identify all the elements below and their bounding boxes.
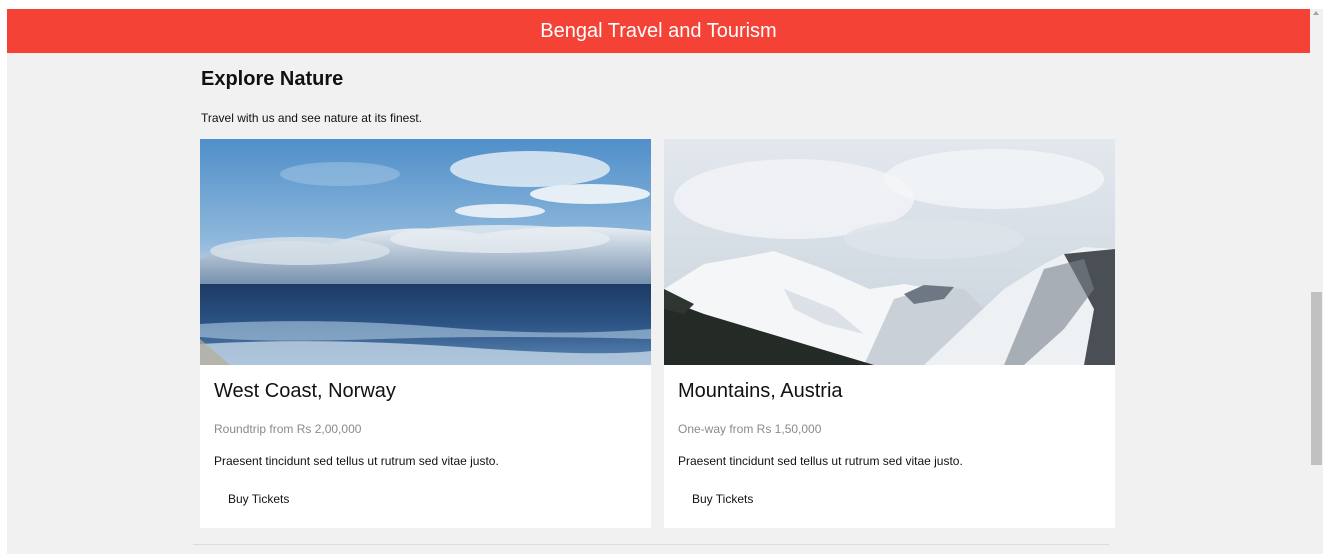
site-title: Bengal Travel and Tourism [540, 19, 777, 42]
section-title: Explore Nature [201, 68, 344, 90]
section-subtitle: Travel with us and see nature at its fin… [201, 111, 422, 125]
page-viewport: Bengal Travel and Tourism Explore Nature… [7, 9, 1310, 554]
card-price: One-way from Rs 1,50,000 [678, 422, 822, 436]
card-description: Praesent tincidunt sed tellus ut rutrum … [678, 454, 963, 468]
scrollbar-thumb[interactable] [1311, 292, 1322, 465]
buy-tickets-button[interactable]: Buy Tickets [214, 485, 303, 513]
top-bar: Bengal Travel and Tourism [7, 9, 1310, 53]
buy-tickets-button[interactable]: Buy Tickets [678, 485, 767, 513]
destination-card-norway: West Coast, Norway Roundtrip from Rs 2,0… [200, 139, 651, 528]
card-title: West Coast, Norway [214, 380, 396, 402]
divider [193, 544, 1109, 545]
coast-photo [200, 139, 651, 365]
mountains-photo [664, 139, 1115, 365]
destination-card-austria: Mountains, Austria One-way from Rs 1,50,… [664, 139, 1115, 528]
card-title: Mountains, Austria [678, 380, 843, 402]
card-description: Praesent tincidunt sed tellus ut rutrum … [214, 454, 499, 468]
scroll-up-arrow-icon[interactable] [1313, 11, 1319, 15]
card-price: Roundtrip from Rs 2,00,000 [214, 422, 362, 436]
vertical-scrollbar[interactable] [1310, 9, 1323, 554]
